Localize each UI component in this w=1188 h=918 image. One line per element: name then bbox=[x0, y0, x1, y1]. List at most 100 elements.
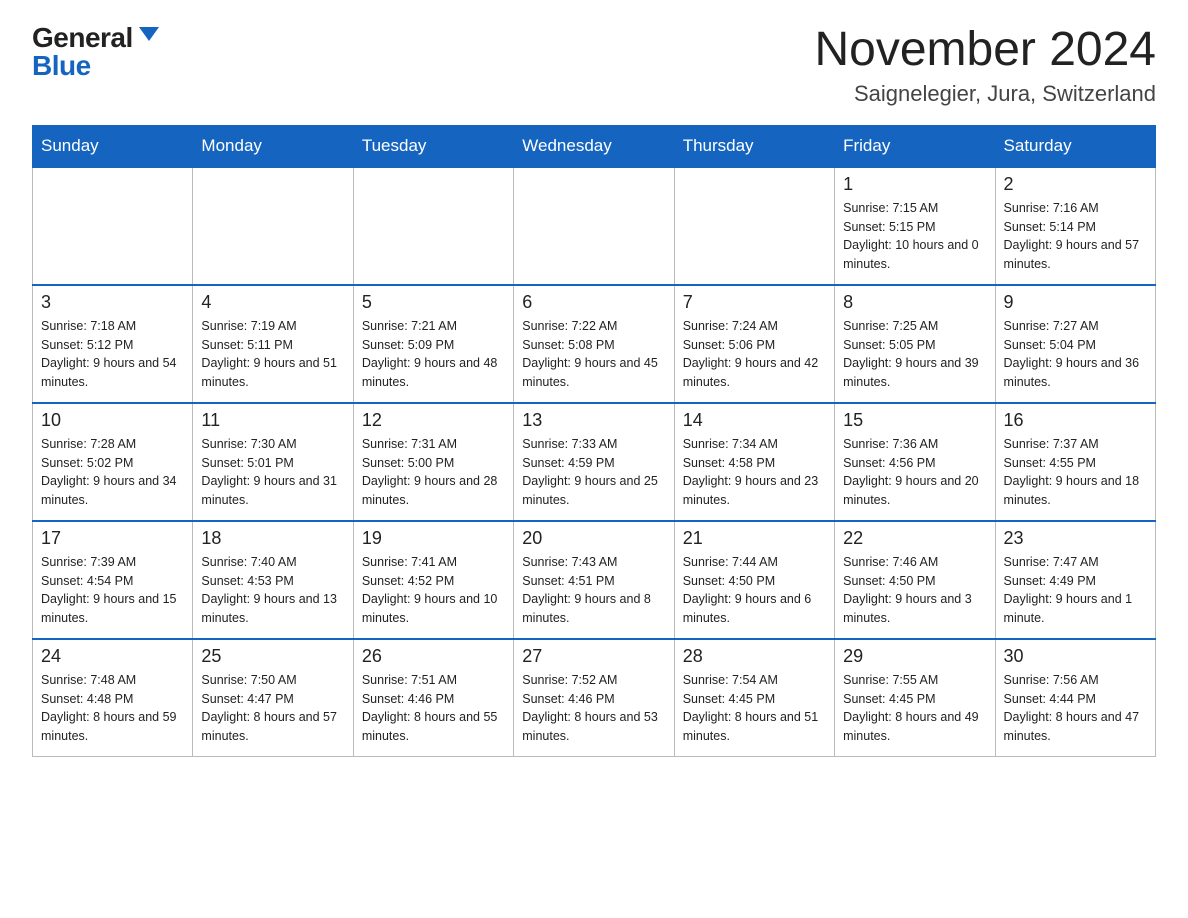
week-row-3: 10Sunrise: 7:28 AMSunset: 5:02 PMDayligh… bbox=[33, 403, 1156, 521]
day-number: 8 bbox=[843, 292, 986, 313]
day-number: 21 bbox=[683, 528, 826, 549]
calendar-cell: 17Sunrise: 7:39 AMSunset: 4:54 PMDayligh… bbox=[33, 521, 193, 639]
day-info: Sunrise: 7:44 AMSunset: 4:50 PMDaylight:… bbox=[683, 553, 826, 628]
day-info: Sunrise: 7:25 AMSunset: 5:05 PMDaylight:… bbox=[843, 317, 986, 392]
calendar-cell: 9 Sunrise: 7:27 AMSunset: 5:04 PMDaylight… bbox=[995, 285, 1155, 403]
header-row: SundayMondayTuesdayWednesdayThursdayFrid… bbox=[33, 125, 1156, 167]
day-info: Sunrise: 7:56 AMSunset: 4:44 PMDaylight:… bbox=[1004, 671, 1147, 746]
calendar-cell: 10Sunrise: 7:28 AMSunset: 5:02 PMDayligh… bbox=[33, 403, 193, 521]
week-row-4: 17Sunrise: 7:39 AMSunset: 4:54 PMDayligh… bbox=[33, 521, 1156, 639]
day-number: 4 bbox=[201, 292, 344, 313]
calendar-cell: 13 Sunrise: 7:33 AMSunset: 4:59 PMDayligh… bbox=[514, 403, 674, 521]
day-info: Sunrise: 7:18 AMSunset: 5:12 PMDaylight:… bbox=[41, 317, 184, 392]
title-block: November 2024 Saignelegier, Jura, Switze… bbox=[814, 24, 1156, 107]
calendar-cell: 20 Sunrise: 7:43 AMSunset: 4:51 PMDayligh… bbox=[514, 521, 674, 639]
calendar-body: 1Sunrise: 7:15 AMSunset: 5:15 PMDaylight… bbox=[33, 167, 1156, 757]
day-number: 23 bbox=[1004, 528, 1147, 549]
header-day-saturday: Saturday bbox=[995, 125, 1155, 167]
week-row-5: 24 Sunrise: 7:48 AMSunset: 4:48 PMDayligh… bbox=[33, 639, 1156, 757]
day-info: Sunrise: 7:51 AMSunset: 4:46 PMDaylight:… bbox=[362, 671, 505, 746]
calendar-cell: 11Sunrise: 7:30 AMSunset: 5:01 PMDayligh… bbox=[193, 403, 353, 521]
day-info: Sunrise: 7:19 AMSunset: 5:11 PMDaylight:… bbox=[201, 317, 344, 392]
day-info: Sunrise: 7:43 AMSunset: 4:51 PMDaylight:… bbox=[522, 553, 665, 628]
day-info: Sunrise: 7:54 AMSunset: 4:45 PMDaylight:… bbox=[683, 671, 826, 746]
day-number: 7 bbox=[683, 292, 826, 313]
header-day-wednesday: Wednesday bbox=[514, 125, 674, 167]
day-number: 28 bbox=[683, 646, 826, 667]
header-day-thursday: Thursday bbox=[674, 125, 834, 167]
day-number: 20 bbox=[522, 528, 665, 549]
day-info: Sunrise: 7:27 AMSunset: 5:04 PMDaylight:… bbox=[1004, 317, 1147, 392]
day-number: 24 bbox=[41, 646, 184, 667]
day-number: 27 bbox=[522, 646, 665, 667]
calendar-cell: 7 Sunrise: 7:24 AMSunset: 5:06 PMDaylight… bbox=[674, 285, 834, 403]
day-number: 12 bbox=[362, 410, 505, 431]
day-info: Sunrise: 7:31 AMSunset: 5:00 PMDaylight:… bbox=[362, 435, 505, 510]
calendar-cell: 27 Sunrise: 7:52 AMSunset: 4:46 PMDayligh… bbox=[514, 639, 674, 757]
calendar-header: SundayMondayTuesdayWednesdayThursdayFrid… bbox=[33, 125, 1156, 167]
day-number: 25 bbox=[201, 646, 344, 667]
day-info: Sunrise: 7:37 AMSunset: 4:55 PMDaylight:… bbox=[1004, 435, 1147, 510]
day-number: 2 bbox=[1004, 174, 1147, 195]
day-number: 9 bbox=[1004, 292, 1147, 313]
calendar-cell: 29 Sunrise: 7:55 AMSunset: 4:45 PMDayligh… bbox=[835, 639, 995, 757]
calendar-cell bbox=[33, 167, 193, 285]
day-number: 29 bbox=[843, 646, 986, 667]
calendar-cell: 25 Sunrise: 7:50 AMSunset: 4:47 PMDayligh… bbox=[193, 639, 353, 757]
day-info: Sunrise: 7:50 AMSunset: 4:47 PMDaylight:… bbox=[201, 671, 344, 746]
day-info: Sunrise: 7:22 AMSunset: 5:08 PMDaylight:… bbox=[522, 317, 665, 392]
location-text: Saignelegier, Jura, Switzerland bbox=[814, 81, 1156, 107]
calendar-cell bbox=[674, 167, 834, 285]
day-number: 6 bbox=[522, 292, 665, 313]
header-day-monday: Monday bbox=[193, 125, 353, 167]
calendar-cell: 5 Sunrise: 7:21 AMSunset: 5:09 PMDaylight… bbox=[353, 285, 513, 403]
day-number: 17 bbox=[41, 528, 184, 549]
calendar-cell: 26Sunrise: 7:51 AMSunset: 4:46 PMDayligh… bbox=[353, 639, 513, 757]
calendar-cell: 6 Sunrise: 7:22 AMSunset: 5:08 PMDaylight… bbox=[514, 285, 674, 403]
week-row-1: 1Sunrise: 7:15 AMSunset: 5:15 PMDaylight… bbox=[33, 167, 1156, 285]
calendar-cell bbox=[514, 167, 674, 285]
calendar-cell: 8 Sunrise: 7:25 AMSunset: 5:05 PMDaylight… bbox=[835, 285, 995, 403]
page-header: General Blue November 2024 Saignelegier,… bbox=[32, 24, 1156, 107]
calendar-cell: 14 Sunrise: 7:34 AMSunset: 4:58 PMDayligh… bbox=[674, 403, 834, 521]
logo: General Blue bbox=[32, 24, 159, 80]
day-info: Sunrise: 7:15 AMSunset: 5:15 PMDaylight:… bbox=[843, 199, 986, 274]
day-info: Sunrise: 7:34 AMSunset: 4:58 PMDaylight:… bbox=[683, 435, 826, 510]
day-info: Sunrise: 7:24 AMSunset: 5:06 PMDaylight:… bbox=[683, 317, 826, 392]
calendar-cell: 21 Sunrise: 7:44 AMSunset: 4:50 PMDayligh… bbox=[674, 521, 834, 639]
day-number: 13 bbox=[522, 410, 665, 431]
calendar-cell: 30Sunrise: 7:56 AMSunset: 4:44 PMDayligh… bbox=[995, 639, 1155, 757]
calendar-cell: 16Sunrise: 7:37 AMSunset: 4:55 PMDayligh… bbox=[995, 403, 1155, 521]
calendar-cell: 24 Sunrise: 7:48 AMSunset: 4:48 PMDayligh… bbox=[33, 639, 193, 757]
day-info: Sunrise: 7:21 AMSunset: 5:09 PMDaylight:… bbox=[362, 317, 505, 392]
day-number: 14 bbox=[683, 410, 826, 431]
day-number: 22 bbox=[843, 528, 986, 549]
day-info: Sunrise: 7:36 AMSunset: 4:56 PMDaylight:… bbox=[843, 435, 986, 510]
logo-general-text: General bbox=[32, 24, 133, 52]
day-info: Sunrise: 7:30 AMSunset: 5:01 PMDaylight:… bbox=[201, 435, 344, 510]
day-number: 10 bbox=[41, 410, 184, 431]
logo-triangle-icon bbox=[139, 27, 159, 41]
day-info: Sunrise: 7:46 AMSunset: 4:50 PMDaylight:… bbox=[843, 553, 986, 628]
calendar-cell: 19Sunrise: 7:41 AMSunset: 4:52 PMDayligh… bbox=[353, 521, 513, 639]
day-info: Sunrise: 7:16 AMSunset: 5:14 PMDaylight:… bbox=[1004, 199, 1147, 274]
calendar-cell: 3Sunrise: 7:18 AMSunset: 5:12 PMDaylight… bbox=[33, 285, 193, 403]
calendar-cell: 22 Sunrise: 7:46 AMSunset: 4:50 PMDayligh… bbox=[835, 521, 995, 639]
week-row-2: 3Sunrise: 7:18 AMSunset: 5:12 PMDaylight… bbox=[33, 285, 1156, 403]
header-day-friday: Friday bbox=[835, 125, 995, 167]
calendar-cell: 23Sunrise: 7:47 AMSunset: 4:49 PMDayligh… bbox=[995, 521, 1155, 639]
logo-blue-text: Blue bbox=[32, 50, 91, 81]
calendar-cell: 12 Sunrise: 7:31 AMSunset: 5:00 PMDayligh… bbox=[353, 403, 513, 521]
day-number: 19 bbox=[362, 528, 505, 549]
day-info: Sunrise: 7:48 AMSunset: 4:48 PMDaylight:… bbox=[41, 671, 184, 746]
day-number: 5 bbox=[362, 292, 505, 313]
day-info: Sunrise: 7:55 AMSunset: 4:45 PMDaylight:… bbox=[843, 671, 986, 746]
day-info: Sunrise: 7:52 AMSunset: 4:46 PMDaylight:… bbox=[522, 671, 665, 746]
calendar-table: SundayMondayTuesdayWednesdayThursdayFrid… bbox=[32, 125, 1156, 757]
header-day-sunday: Sunday bbox=[33, 125, 193, 167]
day-info: Sunrise: 7:33 AMSunset: 4:59 PMDaylight:… bbox=[522, 435, 665, 510]
day-number: 15 bbox=[843, 410, 986, 431]
day-number: 18 bbox=[201, 528, 344, 549]
calendar-cell: 18Sunrise: 7:40 AMSunset: 4:53 PMDayligh… bbox=[193, 521, 353, 639]
calendar-cell: 2 Sunrise: 7:16 AMSunset: 5:14 PMDaylight… bbox=[995, 167, 1155, 285]
